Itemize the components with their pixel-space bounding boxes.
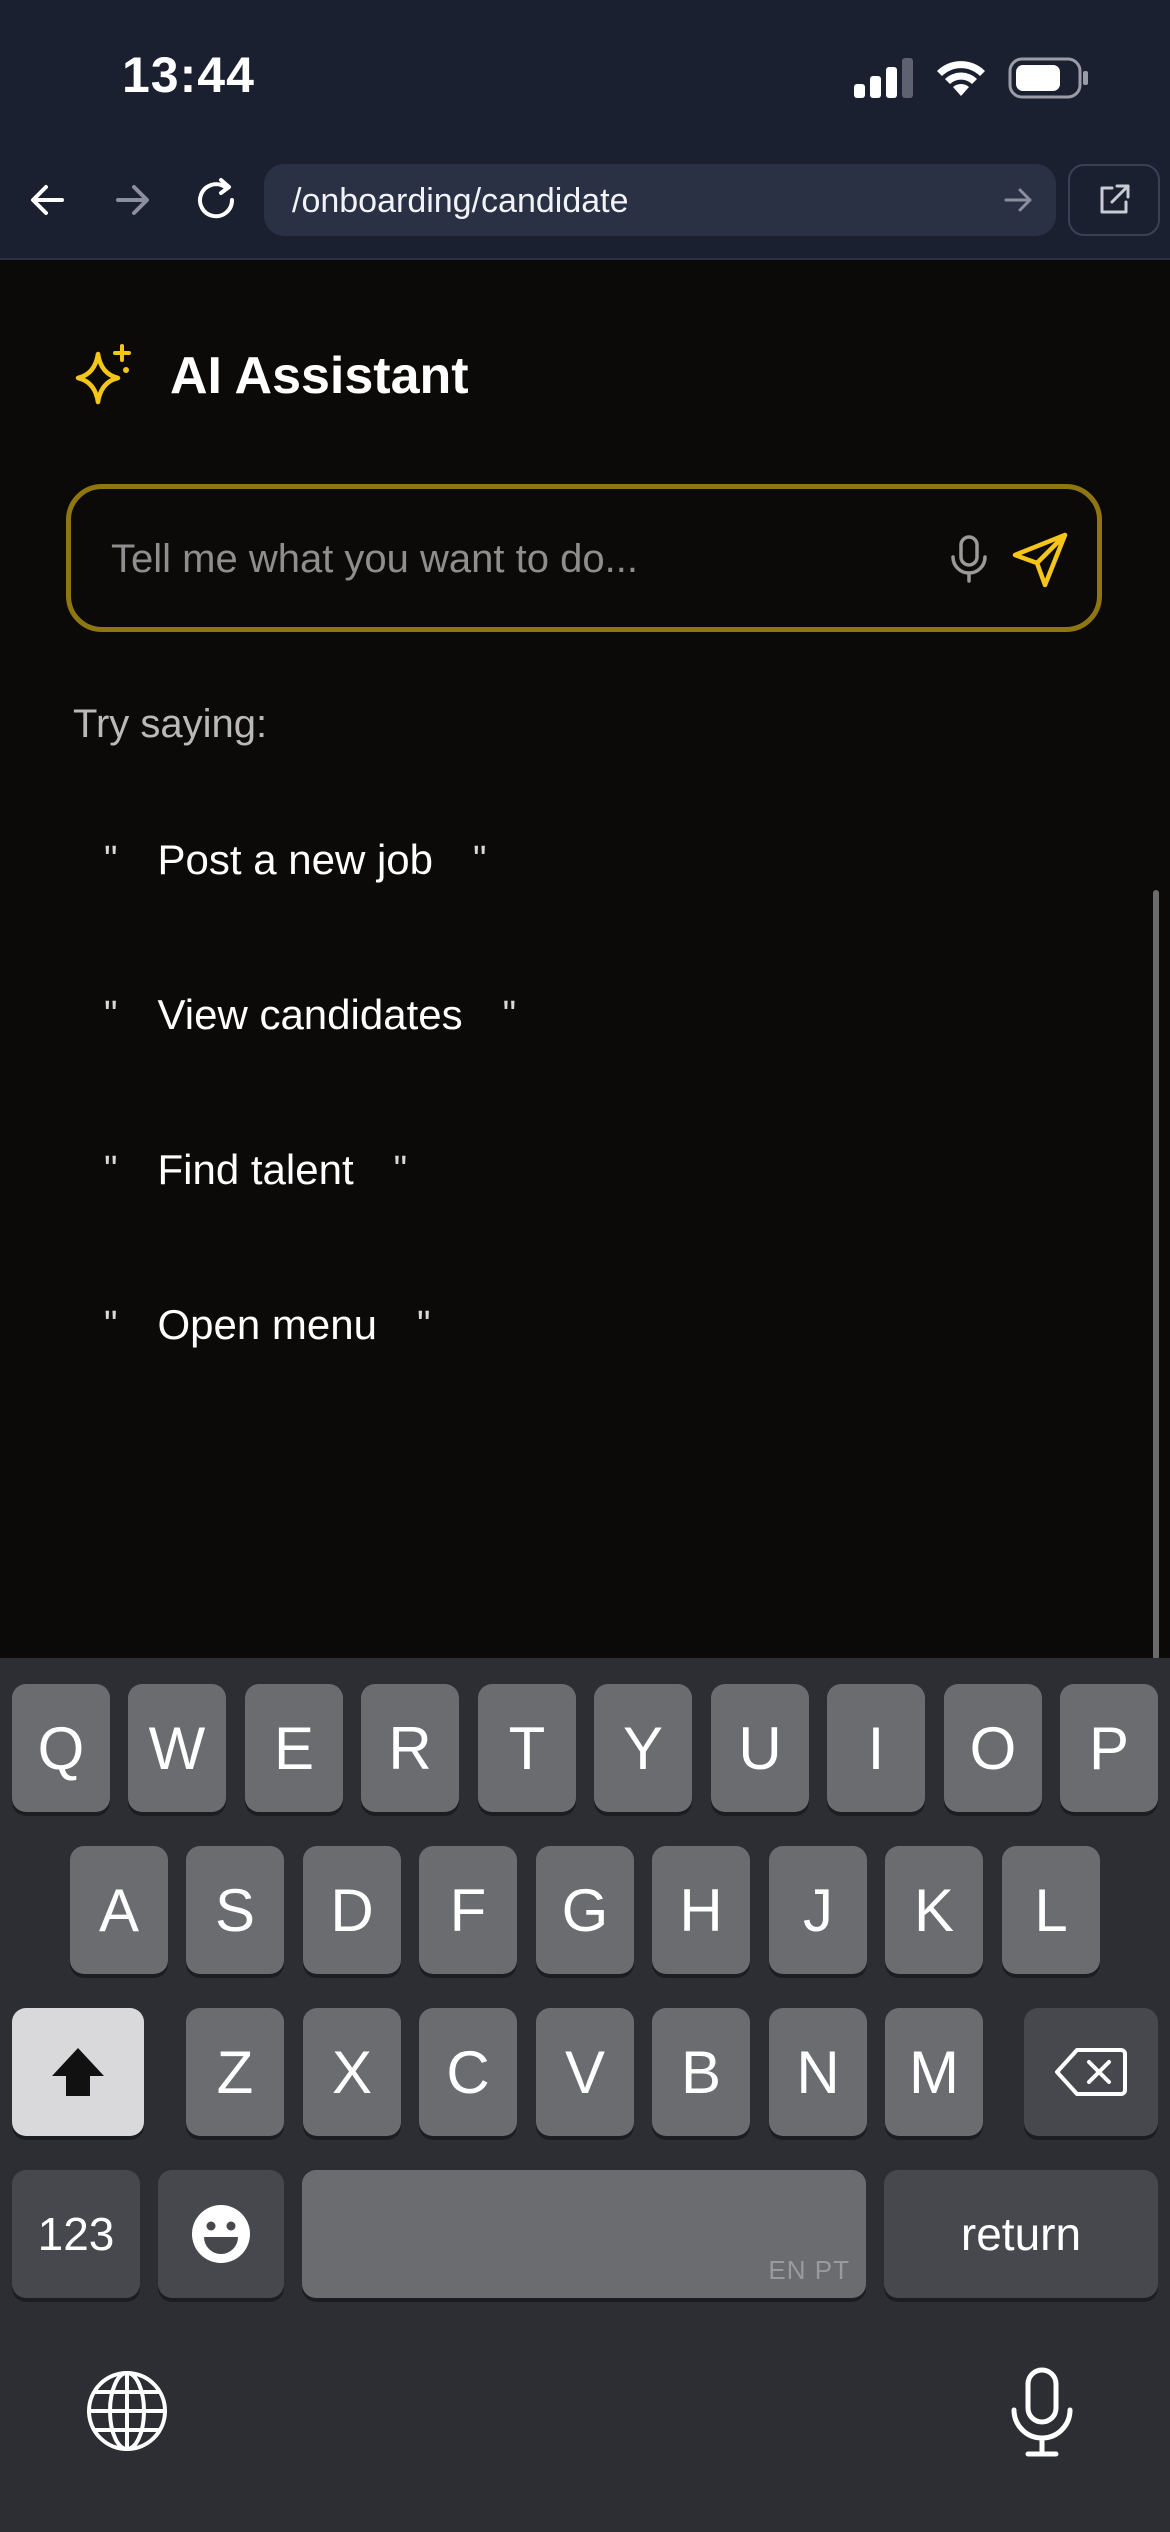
close-quote: " bbox=[473, 838, 487, 881]
key-p[interactable]: P bbox=[1060, 1684, 1158, 1812]
go-arrow-icon[interactable] bbox=[998, 180, 1038, 220]
key-w[interactable]: W bbox=[128, 1684, 226, 1812]
suggestion-post-job[interactable]: " Post a new job " bbox=[104, 825, 487, 895]
backspace-icon bbox=[1055, 2048, 1127, 2096]
reload-button[interactable] bbox=[184, 168, 248, 232]
key-j[interactable]: J bbox=[769, 1846, 867, 1974]
key-z[interactable]: Z bbox=[186, 2008, 284, 2136]
key-y[interactable]: Y bbox=[594, 1684, 692, 1812]
shift-key[interactable] bbox=[12, 2008, 144, 2136]
numbers-key[interactable]: 123 bbox=[12, 2170, 140, 2298]
key-h[interactable]: H bbox=[652, 1846, 750, 1974]
open-quote: " bbox=[104, 838, 118, 881]
sparkle-icon bbox=[75, 344, 131, 405]
signal-icon bbox=[854, 58, 913, 98]
key-g[interactable]: G bbox=[536, 1846, 634, 1974]
key-i[interactable]: I bbox=[827, 1684, 925, 1812]
suggestion-find-talent[interactable]: " Find talent " bbox=[104, 1135, 407, 1205]
assistant-input-box[interactable] bbox=[66, 484, 1102, 632]
key-l[interactable]: L bbox=[1002, 1846, 1100, 1974]
wifi-icon bbox=[937, 61, 985, 96]
suggestion-text: Post a new job bbox=[157, 836, 434, 883]
open-quote: " bbox=[104, 1303, 118, 1346]
key-u[interactable]: U bbox=[711, 1684, 809, 1812]
url-text[interactable]: /onboarding/candidate bbox=[292, 182, 629, 221]
key-v[interactable]: V bbox=[536, 2008, 634, 2136]
battery-icon bbox=[1008, 57, 1088, 99]
forward-arrow-icon bbox=[116, 185, 149, 215]
space-key[interactable]: EN PT bbox=[302, 2170, 866, 2298]
key-e[interactable]: E bbox=[245, 1684, 343, 1812]
microphone-icon[interactable] bbox=[941, 531, 997, 587]
emoji-icon bbox=[192, 2205, 250, 2263]
assistant-input[interactable] bbox=[111, 531, 911, 587]
suggestion-view-candidates[interactable]: " View candidates " bbox=[104, 980, 516, 1050]
open-quote: " bbox=[104, 1148, 118, 1191]
url-bar[interactable]: /onboarding/candidate bbox=[264, 164, 1056, 236]
close-quote: " bbox=[502, 993, 517, 1036]
page-title: AI Assistant bbox=[170, 347, 469, 405]
open-external-button[interactable] bbox=[1068, 164, 1160, 236]
back-button[interactable] bbox=[16, 168, 80, 232]
assistant-panel: AI Assistant Try saying: " Post a new jo… bbox=[0, 262, 1170, 1660]
reload-icon bbox=[198, 178, 235, 219]
shift-icon bbox=[52, 2048, 104, 2096]
key-n[interactable]: N bbox=[769, 2008, 867, 2136]
key-t[interactable]: T bbox=[478, 1684, 576, 1812]
back-arrow-icon bbox=[31, 185, 64, 215]
key-k[interactable]: K bbox=[885, 1846, 983, 1974]
dictation-microphone-icon[interactable] bbox=[1004, 2366, 1080, 2458]
external-link-icon bbox=[1100, 184, 1130, 214]
suggestion-text: Find talent bbox=[157, 1146, 354, 1193]
key-d[interactable]: D bbox=[303, 1846, 401, 1974]
backspace-key[interactable] bbox=[1024, 2008, 1158, 2136]
open-quote: " bbox=[104, 993, 118, 1036]
key-q[interactable]: Q bbox=[12, 1684, 110, 1812]
forward-button[interactable] bbox=[100, 168, 164, 232]
status-time: 13:44 bbox=[122, 47, 255, 103]
key-f[interactable]: F bbox=[419, 1846, 517, 1974]
close-quote: " bbox=[393, 1148, 408, 1191]
key-c[interactable]: C bbox=[419, 2008, 517, 2136]
key-m[interactable]: M bbox=[885, 2008, 983, 2136]
send-icon[interactable] bbox=[1009, 527, 1073, 591]
scrollbar[interactable] bbox=[1153, 890, 1159, 1660]
suggestion-text: Open menu bbox=[157, 1301, 377, 1348]
try-saying-label: Try saying: bbox=[73, 702, 268, 746]
globe-icon[interactable] bbox=[84, 2368, 170, 2454]
suggestion-text: View candidates bbox=[157, 991, 463, 1038]
key-x[interactable]: X bbox=[303, 2008, 401, 2136]
on-screen-keyboard: Q W E R T Y U I O P A S D F G H J K L Z … bbox=[0, 1658, 1170, 2532]
browser-chrome: 13:44 /onboarding/candidate bbox=[0, 0, 1170, 260]
close-quote: " bbox=[416, 1303, 431, 1346]
key-o[interactable]: O bbox=[944, 1684, 1042, 1812]
space-language-label: EN PT bbox=[768, 2255, 850, 2285]
suggestion-open-menu[interactable]: " Open menu " bbox=[104, 1290, 430, 1360]
key-s[interactable]: S bbox=[186, 1846, 284, 1974]
key-a[interactable]: A bbox=[70, 1846, 168, 1974]
key-b[interactable]: B bbox=[652, 2008, 750, 2136]
emoji-key[interactable] bbox=[158, 2170, 284, 2298]
key-r[interactable]: R bbox=[361, 1684, 459, 1812]
return-key[interactable]: return bbox=[884, 2170, 1158, 2298]
